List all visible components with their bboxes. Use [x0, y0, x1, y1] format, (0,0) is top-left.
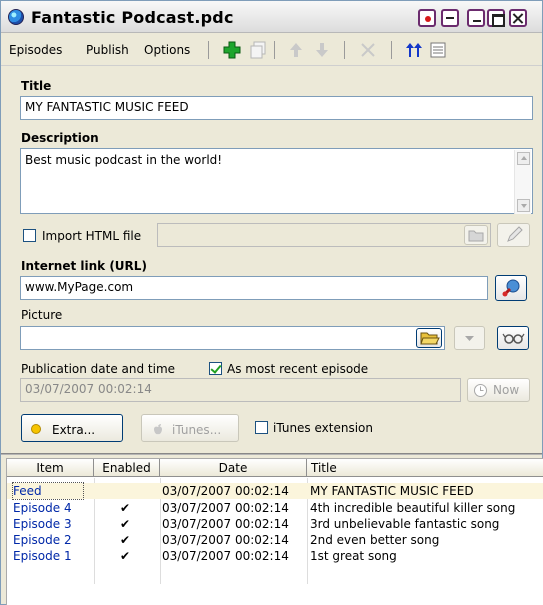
toolbar-separator: [391, 41, 392, 59]
menu-bar: Episodes Publish Options: [1, 34, 542, 66]
window-title: Fantastic Podcast.pdc: [31, 8, 234, 27]
link-open-icon: [502, 279, 520, 297]
title-bar[interactable]: Fantastic Podcast.pdc: [1, 1, 542, 33]
sort-icon[interactable]: [405, 41, 423, 59]
menu-publish[interactable]: Publish: [86, 43, 129, 57]
copy-icon[interactable]: [249, 41, 267, 59]
picture-input[interactable]: [20, 326, 445, 350]
folder-icon: [420, 332, 440, 345]
pubdate-label: Publication date and time: [21, 362, 176, 376]
clock-icon: [474, 384, 487, 397]
splitter[interactable]: [1, 453, 542, 455]
row-item: Episode 2: [13, 533, 72, 547]
bullet-icon: [31, 424, 41, 434]
row-enabled-check[interactable]: ✔: [117, 548, 133, 564]
description-text: Best music podcast in the world!: [25, 153, 223, 167]
row-item: Episode 3: [13, 517, 72, 531]
row-title: 4th incredible beautiful killer song: [310, 501, 516, 515]
column-header-title[interactable]: Title: [307, 459, 543, 477]
extra-label: Extra...: [52, 423, 96, 437]
column-header-date[interactable]: Date: [160, 459, 307, 477]
row-title: 1st great song: [310, 549, 397, 563]
description-textarea[interactable]: Best music podcast in the world!: [20, 148, 533, 214]
menu-episodes[interactable]: Episodes: [9, 43, 62, 57]
itunes-extension-checkbox[interactable]: [255, 421, 268, 434]
toolbar-separator: [274, 41, 275, 59]
dash-icon[interactable]: [441, 9, 459, 27]
now-button[interactable]: Now: [467, 378, 530, 402]
picture-label: Picture: [21, 308, 63, 322]
minimize-icon[interactable]: [467, 9, 485, 27]
row-item: Episode 4: [13, 501, 72, 515]
arrow-down-icon[interactable]: [313, 41, 331, 59]
row-title: MY FANTASTIC MUSIC FEED: [310, 484, 474, 498]
title-label: Title: [21, 79, 52, 93]
table-row[interactable]: Episode 1 ✔ 03/07/2007 00:02:14 1st grea…: [7, 548, 543, 564]
pubdate-input[interactable]: 03/07/2007 00:02:14: [20, 378, 461, 402]
dropdown-icon: [465, 336, 474, 341]
episodes-grid[interactable]: Item Enabled Date Title Feed 03/07/2007 …: [6, 458, 543, 605]
pencil-icon: [507, 226, 523, 242]
itunes-extension-label: iTunes extension: [273, 421, 374, 435]
row-date: 03/07/2007 00:02:14: [162, 484, 289, 498]
table-row[interactable]: Episode 4 ✔ 03/07/2007 00:02:14 4th incr…: [7, 500, 543, 516]
most-recent-checkbox[interactable]: [209, 362, 222, 375]
open-link-button[interactable]: [495, 275, 527, 301]
table-row[interactable]: Episode 2 ✔ 03/07/2007 00:02:14 2nd even…: [7, 532, 543, 548]
row-date: 03/07/2007 00:02:14: [162, 533, 289, 547]
row-item: Feed: [12, 482, 84, 500]
folder-icon: [468, 230, 484, 242]
table-row[interactable]: Feed 03/07/2007 00:02:14 MY FANTASTIC MU…: [7, 482, 543, 500]
picture-preview-button[interactable]: [497, 326, 529, 350]
url-label: Internet link (URL): [21, 259, 147, 273]
row-date: 03/07/2007 00:02:14: [162, 549, 289, 563]
scroll-up-icon[interactable]: [517, 152, 530, 165]
itunes-button[interactable]: iTunes...: [141, 414, 239, 442]
url-input[interactable]: www.MyPage.com: [20, 276, 488, 300]
picture-browse-button[interactable]: [416, 328, 442, 348]
row-enabled-check[interactable]: ✔: [117, 516, 133, 532]
title-input[interactable]: MY FANTASTIC MUSIC FEED: [20, 96, 533, 120]
description-scrollbar[interactable]: [514, 150, 531, 214]
description-label: Description: [21, 131, 99, 145]
menu-options[interactable]: Options: [144, 43, 190, 57]
row-date: 03/07/2007 00:02:14: [162, 501, 289, 515]
import-html-label: Import HTML file: [42, 229, 142, 243]
app-window: Fantastic Podcast.pdc Episodes Publish O…: [0, 0, 543, 605]
scroll-down-icon[interactable]: [517, 199, 530, 212]
itunes-label: iTunes...: [172, 423, 222, 437]
row-item: Episode 1: [13, 549, 72, 563]
toolbar-separator: [344, 41, 345, 59]
toolbar-separator: [208, 41, 209, 59]
column-header-item[interactable]: Item: [7, 459, 94, 477]
glasses-icon: [502, 333, 525, 344]
row-title: 3rd unbelievable fantastic song: [310, 517, 500, 531]
row-enabled-check[interactable]: ✔: [117, 532, 133, 548]
app-globe-icon: [8, 9, 24, 25]
list-icon[interactable]: [429, 41, 447, 59]
row-title: 2nd even better song: [310, 533, 440, 547]
import-browse-button[interactable]: [464, 225, 488, 245]
column-header-enabled[interactable]: Enabled: [94, 459, 160, 477]
most-recent-label: As most recent episode: [227, 362, 369, 376]
record-icon[interactable]: [418, 9, 436, 27]
picture-dropdown-button[interactable]: [454, 326, 485, 350]
add-icon[interactable]: [223, 41, 241, 59]
arrow-up-icon[interactable]: [287, 41, 305, 59]
import-edit-button[interactable]: [497, 223, 530, 247]
row-enabled-check[interactable]: ✔: [117, 500, 133, 516]
import-html-checkbox[interactable]: [23, 229, 36, 242]
apple-icon: [154, 424, 162, 435]
delete-icon[interactable]: [359, 41, 377, 59]
row-date: 03/07/2007 00:02:14: [162, 517, 289, 531]
now-label: Now: [493, 383, 520, 397]
table-row[interactable]: Episode 3 ✔ 03/07/2007 00:02:14 3rd unbe…: [7, 516, 543, 532]
row-enabled-check[interactable]: [117, 483, 133, 499]
extra-button[interactable]: Extra...: [21, 414, 123, 442]
maximize-icon[interactable]: [487, 9, 505, 27]
import-html-path[interactable]: [157, 223, 491, 247]
close-icon[interactable]: [509, 9, 527, 27]
